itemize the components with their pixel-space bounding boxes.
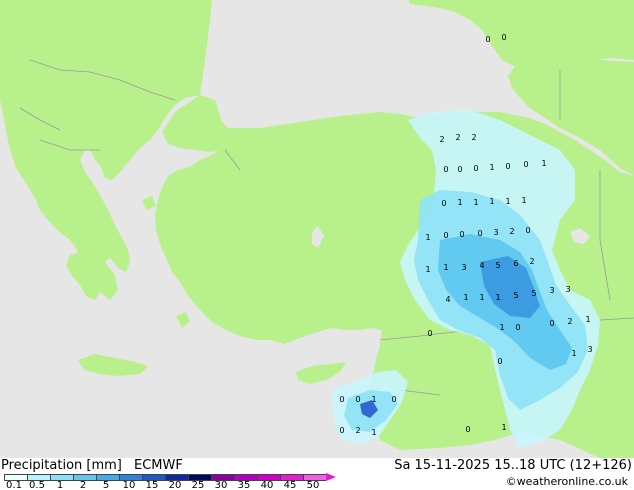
scale-tick-label: 20 xyxy=(168,480,182,490)
scale-tick-label: 30 xyxy=(214,480,228,490)
footer: Precipitation [mm] ECMWF Sa 15-11-2025 1… xyxy=(0,458,634,490)
precip-point-label: 0 xyxy=(339,426,344,435)
precip-point-label: 1 xyxy=(425,265,430,274)
precip-point-label: 0 xyxy=(501,33,506,42)
precip-point-label: 0 xyxy=(427,329,432,338)
precip-point-label: 5 xyxy=(531,289,536,298)
precip-point-label: 1 xyxy=(473,198,478,207)
precip-point-label: 0 xyxy=(473,164,478,173)
precip-point-label: 2 xyxy=(455,133,460,142)
precip-point-label: 1 xyxy=(505,197,510,206)
precip-point-label: 2 xyxy=(529,257,534,266)
precipitation-map: 0 02 2 20 0 0 1 0 0 10 1 1 1 1 11 0 0 0 3 2 01 1 3 4 5 6 24 1 1 1 5 5 3 3… xyxy=(0,0,634,458)
precip-point-label: 1 xyxy=(571,349,576,358)
precip-point-label: 0 xyxy=(465,425,470,434)
precip-point-label: 0 xyxy=(523,160,528,169)
color-scale-ticks: 0.1 0.5 1 2 5 10 15 20 25 30 35 40 45 50 xyxy=(0,481,330,490)
precip-point-label: 3 xyxy=(461,263,466,272)
precip-point-label: 5 xyxy=(495,261,500,270)
precip-point-label: 1 xyxy=(371,395,376,404)
scale-tick-label: 50 xyxy=(306,480,320,490)
precip-point-label: 0 xyxy=(459,230,464,239)
precip-point-label: 2 xyxy=(567,317,572,326)
precip-point-label: 3 xyxy=(587,345,592,354)
precip-point-label: 0 xyxy=(497,357,502,366)
title-left: Precipitation [mm] ECMWF xyxy=(1,458,191,473)
precip-point-label: 1 xyxy=(541,159,546,168)
precip-point-label: 3 xyxy=(549,286,554,295)
scale-tick-label: 15 xyxy=(145,480,159,490)
precip-point-label: 5 xyxy=(513,291,518,300)
precip-point-label: 2 xyxy=(471,133,476,142)
precip-point-label: 1 xyxy=(443,263,448,272)
precip-point-label: 1 xyxy=(501,423,506,432)
precip-point-label: 2 xyxy=(355,426,360,435)
precip-point-label: 1 xyxy=(489,163,494,172)
scale-tick-label: 25 xyxy=(191,480,205,490)
precip-point-label: 0 xyxy=(443,165,448,174)
precip-point-label: 3 xyxy=(565,285,570,294)
valid-time: Sa 15-11-2025 15..18 UTC (12+126) xyxy=(394,458,632,473)
precip-point-label: 0 xyxy=(477,229,482,238)
scale-tick-label: 10 xyxy=(122,480,136,490)
precip-point-label: 1 xyxy=(463,293,468,302)
scale-tick-label: 2 xyxy=(79,480,87,490)
precip-point-label: 1 xyxy=(479,293,484,302)
precip-point-label: 2 xyxy=(439,135,444,144)
map-view: 0022200010010111111000320113456241115533… xyxy=(0,0,634,490)
precip-point-label: 1 xyxy=(499,323,504,332)
precip-point-label: 0 xyxy=(515,323,520,332)
scale-tick-label: 0.5 xyxy=(29,480,45,490)
precip-point-label: 1 xyxy=(495,293,500,302)
precip-point-label: 1 xyxy=(489,197,494,206)
precip-point-label: 0 xyxy=(549,319,554,328)
precip-point-label: 0 xyxy=(441,199,446,208)
scale-arrow xyxy=(326,473,336,481)
precip-point-label: 1 xyxy=(425,233,430,242)
precip-point-label: 2 xyxy=(509,227,514,236)
precip-point-label: 1 xyxy=(457,198,462,207)
precip-point-label: 6 xyxy=(513,259,518,268)
precip-point-label: 0 xyxy=(355,395,360,404)
product-label: Precipitation [mm] xyxy=(1,458,122,473)
model-label: ECMWF xyxy=(134,458,183,473)
scale-tick-label: 40 xyxy=(260,480,274,490)
precip-point-label: 0 xyxy=(339,395,344,404)
precip-point-label: 0 xyxy=(485,35,490,44)
precip-point-label: 3 xyxy=(493,228,498,237)
precip-point-label: 0 xyxy=(443,231,448,240)
precip-point-label: 1 xyxy=(371,428,376,437)
precip-point-label: 0 xyxy=(457,165,462,174)
credit: ©weatheronline.co.uk xyxy=(505,475,628,488)
scale-tick-label: 35 xyxy=(237,480,251,490)
precip-point-label: 4 xyxy=(445,295,450,304)
precip-point-label: 0 xyxy=(391,395,396,404)
precip-point-label: 4 xyxy=(479,261,484,270)
scale-tick-label: 1 xyxy=(56,480,64,490)
precip-point-label: 0 xyxy=(505,162,510,171)
precip-point-label: 1 xyxy=(521,196,526,205)
scale-tick-label: 0.1 xyxy=(6,480,22,490)
precip-point-label: 0 xyxy=(525,226,530,235)
scale-tick-label: 45 xyxy=(283,480,297,490)
precip-point-label: 1 xyxy=(585,315,590,324)
scale-tick-label: 5 xyxy=(102,480,110,490)
